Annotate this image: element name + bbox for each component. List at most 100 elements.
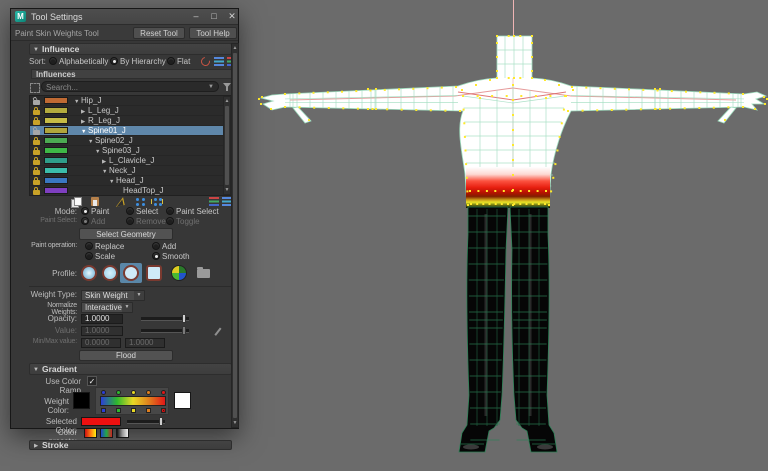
sort-radio-alphabetically[interactable] (49, 57, 57, 65)
minimize-button[interactable]: – (189, 10, 203, 23)
ramp-marker[interactable] (131, 390, 136, 395)
influence-row[interactable]: ▼Hip_J (30, 96, 231, 106)
legs[interactable] (459, 207, 557, 452)
expand-arrow-icon[interactable]: ▼ (95, 147, 102, 157)
lock-icon[interactable] (32, 187, 41, 196)
opacity-input[interactable]: 1.0000 (81, 314, 123, 324)
ramp-marker-handle[interactable]: ✕ (161, 408, 166, 413)
paint-op-radio-scale[interactable] (85, 252, 93, 260)
influence-row[interactable]: ▶L_Clavicle_J (30, 156, 231, 166)
filter-funnel-icon[interactable] (223, 83, 231, 91)
scrollbar-thumb[interactable] (233, 53, 237, 418)
expand-arrow-icon[interactable]: ▶ (81, 117, 88, 127)
tool-help-button[interactable]: Tool Help (189, 27, 237, 39)
chevron-down-icon[interactable]: ▼ (134, 291, 144, 300)
influence-row[interactable]: ▼Spine02_J (30, 136, 231, 146)
sort-radio-flat[interactable] (167, 57, 175, 65)
chevron-down-icon[interactable]: ▼ (122, 303, 132, 312)
move-weights-icon[interactable] (135, 197, 146, 207)
sort-option-label[interactable]: Flat (177, 57, 190, 66)
scroll-down-icon[interactable]: ▼ (224, 186, 230, 194)
ramp-marker-handle[interactable] (131, 408, 136, 413)
lock-icon[interactable] (32, 117, 41, 126)
expand-arrow-icon[interactable]: ▶ (81, 107, 88, 117)
ramp-marker-handle[interactable] (101, 408, 106, 413)
copy-weights-icon[interactable] (71, 197, 82, 207)
lock-icon[interactable] (32, 147, 41, 156)
influence-row[interactable]: ▶R_Leg_J (30, 116, 231, 126)
ramp-marker[interactable] (146, 390, 151, 395)
expand-arrow-icon[interactable]: ▼ (81, 127, 88, 137)
influence-section-header[interactable]: ▼Influence (29, 43, 232, 55)
pencil-icon[interactable] (214, 327, 221, 335)
weight-color-high-swatch[interactable] (174, 392, 191, 409)
scroll-down-icon[interactable]: ▼ (232, 419, 238, 427)
influence-row[interactable]: HeadTop_J (30, 186, 231, 196)
maximize-button[interactable]: □ (207, 10, 221, 23)
show-influenced-vertices-icon[interactable] (152, 197, 163, 207)
lock-icon[interactable] (32, 157, 41, 166)
maya-brush-icon[interactable] (171, 265, 187, 281)
influence-row[interactable]: ▼Spine01_J (30, 126, 231, 136)
selected-color-slider[interactable] (127, 417, 165, 426)
sort-radio-by-hierarchy[interactable] (110, 57, 118, 65)
normalize-weights-dropdown[interactable]: Interactive▼ (81, 302, 133, 313)
brush-profile-soft[interactable] (81, 265, 97, 281)
lock-icon[interactable] (32, 107, 41, 116)
expand-arrow-icon[interactable]: ▶ (102, 157, 109, 167)
search-dropdown-icon[interactable]: ▼ (208, 82, 214, 93)
lock-icon[interactable] (32, 137, 41, 146)
mode-radio-select[interactable] (126, 207, 134, 215)
expand-arrow-icon[interactable]: ▼ (102, 167, 109, 177)
stroke-section-header[interactable]: ▶Stroke (29, 440, 232, 450)
influence-row[interactable]: ▼Head_J (30, 176, 231, 186)
color-ramp-bar[interactable] (100, 396, 166, 406)
lock-icon[interactable] (32, 127, 41, 136)
expand-arrow-icon[interactable]: ▼ (88, 137, 95, 147)
weight-type-dropdown[interactable]: Skin Weight▼ (81, 290, 145, 301)
color-preset-chip[interactable] (100, 428, 113, 438)
scroll-up-icon[interactable]: ▲ (224, 97, 230, 105)
brush-profile-hard[interactable] (123, 265, 139, 281)
lock-icon[interactable] (32, 177, 41, 186)
expand-arrow-icon[interactable]: ▼ (74, 97, 81, 107)
ramp-list-icon[interactable] (209, 197, 219, 206)
ramp-marker[interactable] (101, 390, 106, 395)
influence-list[interactable]: ▼Hip_J ▶L_Leg_J ▶R_Leg_J ▼Spine01_J ▼Spi… (29, 95, 232, 196)
weight-color-low-swatch[interactable] (73, 392, 90, 409)
brush-profile-square[interactable] (146, 265, 162, 281)
influence-list-scrollbar[interactable]: ▲ ▼ (223, 96, 231, 195)
selection-box-icon[interactable] (30, 83, 40, 93)
paint-op-radio-smooth[interactable] (152, 252, 160, 260)
hierarchy-view-icon[interactable] (214, 57, 224, 66)
brush-profile-medium[interactable] (102, 265, 118, 281)
paint-op-radio-add[interactable] (152, 242, 160, 250)
mode-radio-paint[interactable] (81, 207, 89, 215)
panel-scrollbar[interactable]: ▲ ▼ (231, 43, 239, 428)
color-preset-chip[interactable] (84, 428, 97, 438)
influence-row[interactable]: ▼Spine03_J (30, 146, 231, 156)
lock-icon[interactable] (32, 97, 41, 106)
refresh-influences-icon[interactable] (199, 55, 212, 68)
select-geometry-button[interactable]: Select Geometry (79, 228, 173, 240)
window-titlebar[interactable]: M Tool Settings – □ ✕ (11, 9, 238, 25)
influence-row[interactable]: ▼Neck_J (30, 166, 231, 176)
character-mesh[interactable] (258, 35, 768, 452)
opacity-slider[interactable] (141, 314, 189, 323)
influence-row[interactable]: ▶L_Leg_J (30, 106, 231, 116)
ramp-marker[interactable] (161, 390, 166, 395)
mode-option-label[interactable]: Paint (91, 207, 109, 216)
gradient-section-header[interactable]: ▼Gradient (29, 363, 232, 375)
ramp-marker-handle[interactable] (116, 408, 121, 413)
ramp-marker[interactable] (116, 390, 121, 395)
sort-option-label[interactable]: Alphabetically (59, 57, 108, 66)
paste-weights-icon[interactable] (91, 197, 102, 207)
color-ramp-widget[interactable]: ✕ (95, 387, 169, 415)
sort-option-label[interactable]: By Hierarchy (120, 57, 166, 66)
lock-icon[interactable] (32, 167, 41, 176)
mode-option-label[interactable]: Select (136, 207, 158, 216)
reset-tool-button[interactable]: Reset Tool (133, 27, 185, 39)
mode-option-label[interactable]: Paint Select (176, 207, 219, 216)
ramp-marker-handle[interactable] (146, 408, 151, 413)
scroll-up-icon[interactable]: ▲ (232, 44, 238, 52)
